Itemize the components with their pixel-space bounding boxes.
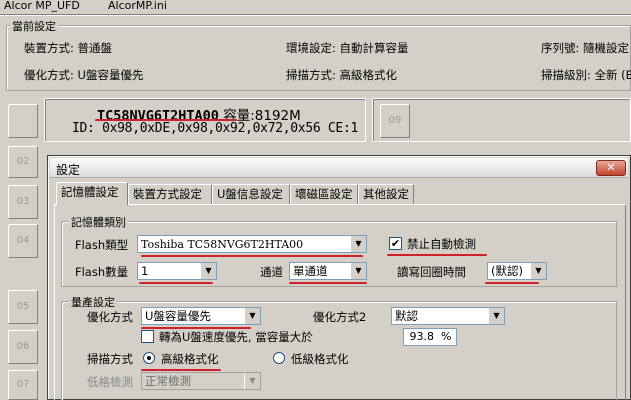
tab-udisk-label: U盤信息設定 xyxy=(217,187,283,201)
annotation-underline-channel xyxy=(289,282,367,284)
low-level-label: 低格檢測 xyxy=(87,375,133,389)
optimize-value: U盤容量優先 xyxy=(145,309,211,323)
annotation-underline-auto-detect xyxy=(387,254,487,256)
check-icon: ✔ xyxy=(390,237,401,250)
tab-udisk-info[interactable]: U盤信息設定 xyxy=(212,184,290,204)
tab-install-label: 裝置方式設定 xyxy=(133,187,202,201)
scan-label: 掃描方式 xyxy=(87,352,133,366)
rw-time-value: (默認) xyxy=(491,264,523,278)
port-09-box[interactable]: 09 xyxy=(380,104,410,138)
port-02-label: 02 xyxy=(16,156,30,167)
port-03-box[interactable]: 03 xyxy=(8,185,38,219)
flash-type-select[interactable]: Toshiba TC58NVG6T2HTA00 ▼ xyxy=(137,235,367,253)
chevron-down-icon: ▼ xyxy=(244,308,260,324)
port-07-label: 07 xyxy=(16,379,30,390)
scan-level-text: 掃描級別: 全新 (E xyxy=(541,68,631,82)
port-09-panel xyxy=(372,98,631,142)
tab-bad-sector[interactable]: 壞磁區設定 xyxy=(290,184,358,204)
memory-settings-pane: 記憶體類別 Flash類型 Toshiba TC58NVG6T2HTA00 ▼ … xyxy=(54,204,626,400)
disable-auto-detect-checkbox[interactable]: ✔ xyxy=(389,237,402,250)
annotation-underline-rw-time xyxy=(485,282,539,284)
app-tab-alcormp-ini[interactable]: AlcorMP.ini xyxy=(104,0,171,14)
scan-high-label: 高級格式化 xyxy=(161,352,219,366)
chevron-down-icon: ▼ xyxy=(244,373,260,389)
optimize-mode-text: 優化方式: U盤容量優先 xyxy=(24,68,144,82)
annotation-underline-flash-type xyxy=(141,255,363,257)
settings-dialog: 設定 ✕ 記憶體設定 裝置方式設定 U盤信息設定 壞磁區設定 其他設定 記憶體類… xyxy=(47,155,631,400)
current-settings-title: 當前設定 xyxy=(10,18,58,34)
rw-time-select[interactable]: (默認) ▼ xyxy=(487,262,547,280)
tab-memory-settings[interactable]: 記憶體設定 xyxy=(56,182,128,205)
flash-count-label: Flash數量 xyxy=(75,265,129,279)
radio-selected-dot xyxy=(147,356,151,360)
flash-info-line2: ID: 0x98,0xDE,0x98,0x92,0x72,0x56 CE:1 xyxy=(72,121,359,136)
chevron-down-icon: ▼ xyxy=(530,263,546,279)
chevron-down-icon: ▼ xyxy=(350,263,366,279)
flash-count-value: 1 xyxy=(141,264,149,278)
optimize2-select[interactable]: 默認 ▼ xyxy=(391,307,505,325)
channel-label: 通道 xyxy=(260,265,283,279)
speed-priority-checkbox[interactable] xyxy=(141,330,154,343)
tab-strip-divider xyxy=(0,14,631,16)
port-02-box[interactable]: 02 xyxy=(8,146,38,178)
port-07-box[interactable]: 07 xyxy=(8,370,38,400)
port-05-label: 05 xyxy=(16,301,30,312)
chevron-down-icon: ▼ xyxy=(200,263,216,279)
annotation-underline-scan xyxy=(141,369,221,371)
low-level-select: 正常檢測 ▼ xyxy=(141,372,261,390)
dialog-titlebar[interactable]: 設定 ✕ xyxy=(50,158,628,178)
flash-type-value: Toshiba TC58NVG6T2HTA00 xyxy=(141,238,304,251)
port-04-label: 04 xyxy=(16,235,30,246)
app-tab-alcor-ufd[interactable]: Alcor MP_UFD xyxy=(0,0,84,14)
tab-bad-sector-label: 壞磁區設定 xyxy=(295,187,353,201)
dialog-title: 設定 xyxy=(56,163,81,177)
channel-value: 單通道 xyxy=(293,264,328,278)
optimize2-label: 優化方式2 xyxy=(313,310,367,324)
channel-select[interactable]: 單通道 ▼ xyxy=(289,262,367,280)
rw-time-label: 讀寫回圈時間 xyxy=(397,265,466,279)
port-04-box[interactable]: 04 xyxy=(8,224,38,258)
serial-text: 序列號: 隨機設定 xyxy=(541,41,630,55)
scan-mode-text: 掃描方式: 高級格式化 xyxy=(286,68,398,82)
flash-count-select[interactable]: 1 ▼ xyxy=(137,262,217,280)
optimize-label: 優化方式 xyxy=(87,310,133,324)
scan-low-radio[interactable] xyxy=(273,352,285,364)
optimize2-value: 默認 xyxy=(395,309,418,323)
env-setting-text: 環境設定: 自動計算容量 xyxy=(286,41,409,55)
percent-value: 93.8 xyxy=(409,330,435,343)
port-06-box[interactable]: 06 xyxy=(8,330,38,364)
close-icon: ✕ xyxy=(606,161,616,174)
port-01-box[interactable] xyxy=(8,104,38,138)
tab-install-mode[interactable]: 裝置方式設定 xyxy=(128,184,212,204)
speed-priority-label: 轉為U盤速度優先, 當容量大於 xyxy=(159,330,313,344)
chevron-down-icon: ▼ xyxy=(488,308,504,324)
optimize-select[interactable]: U盤容量優先 ▼ xyxy=(141,307,261,325)
annotation-underline-flash-count xyxy=(139,282,213,284)
dialog-close-button[interactable]: ✕ xyxy=(596,160,626,176)
install-mode-text: 裝置方式: 普通盤 xyxy=(24,41,113,55)
scan-high-radio[interactable] xyxy=(143,352,155,364)
tab-other-label: 其他設定 xyxy=(363,187,409,201)
scan-low-label: 低級格式化 xyxy=(291,352,349,366)
port-03-label: 03 xyxy=(16,196,30,207)
tab-memory-label: 記憶體設定 xyxy=(61,185,119,199)
flash-type-label: Flash類型 xyxy=(75,238,129,252)
port-05-box[interactable]: 05 xyxy=(8,290,38,324)
port-06-label: 06 xyxy=(16,341,30,352)
disable-auto-detect-label: 禁止自動檢測 xyxy=(407,237,476,251)
percent-unit: % xyxy=(441,330,452,343)
tab-other-settings[interactable]: 其他設定 xyxy=(358,184,414,204)
low-level-value: 正常檢測 xyxy=(145,374,191,388)
chevron-down-icon: ▼ xyxy=(350,236,366,252)
memory-type-title: 記憶體類別 xyxy=(69,214,128,230)
production-settings-title: 量產設定 xyxy=(69,294,117,310)
port-09-label: 09 xyxy=(388,115,402,126)
